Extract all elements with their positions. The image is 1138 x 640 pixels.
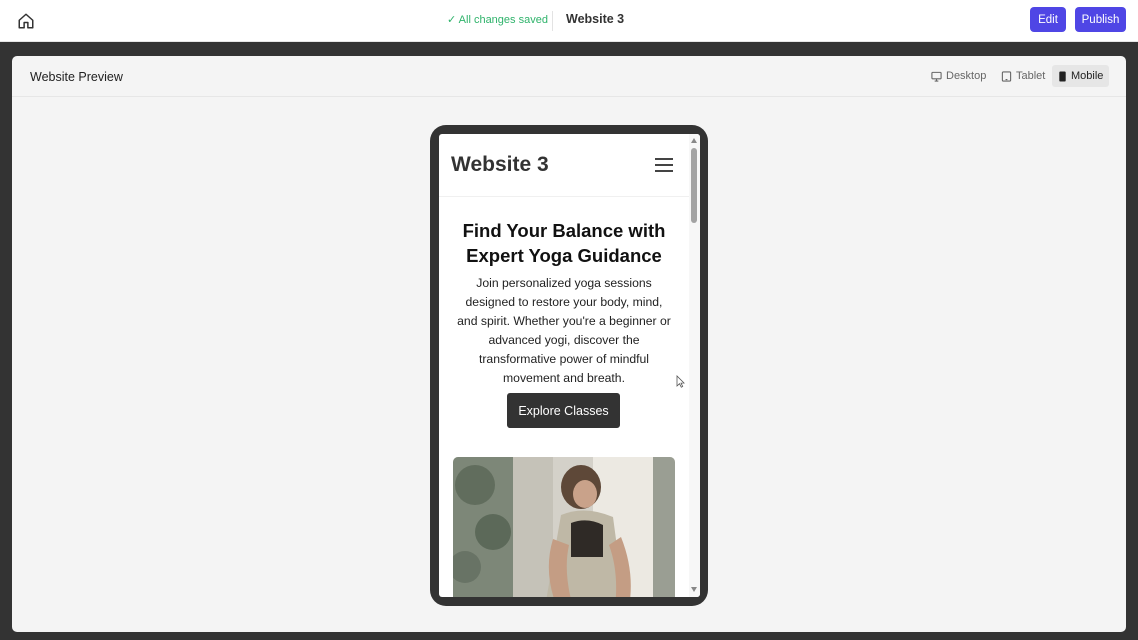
hamburger-menu-icon[interactable] [655,155,675,175]
preview-title: Website Preview [30,70,123,84]
scroll-down-arrow-icon[interactable] [691,587,697,592]
explore-classes-button[interactable]: Explore Classes [507,393,620,428]
publish-button[interactable]: Publish [1075,7,1126,32]
mobile-site-header: Website 3 [439,134,689,197]
tab-tablet[interactable]: Tablet [995,65,1051,87]
mobile-icon [1059,70,1066,82]
scrollbar[interactable] [689,134,700,597]
desktop-icon [931,71,942,82]
save-status: ✓ All changes saved [447,14,548,26]
edit-button[interactable]: Edit [1030,7,1066,32]
hero-title: Find Your Balance with Expert Yoga Guida… [462,220,666,266]
tab-tablet-label: Tablet [1016,70,1046,82]
mobile-site-brand[interactable]: Website 3 [451,153,549,177]
tablet-icon [1001,70,1012,82]
tab-desktop[interactable]: Desktop [925,65,992,87]
tab-desktop-label: Desktop [946,70,987,82]
preview-header: Website Preview Desktop Tablet Mobile [12,56,1126,97]
mouse-cursor-icon [676,375,685,388]
home-icon [18,13,34,29]
home-button[interactable] [14,9,38,33]
scrollbar-thumb[interactable] [691,148,697,223]
top-bar: ✓ All changes saved Website 3 Edit Publi… [0,0,1138,42]
tab-mobile[interactable]: Mobile [1052,65,1110,87]
site-title: Website 3 [566,12,625,26]
mobile-screen: Website 3 Find Your Balance with Expert … [439,134,700,597]
hero-image [453,457,675,597]
hero-description: Join personalized yoga sessions designed… [457,276,671,385]
scroll-up-arrow-icon[interactable] [691,138,697,143]
header-divider [552,11,553,31]
tab-mobile-label: Mobile [1071,70,1104,82]
